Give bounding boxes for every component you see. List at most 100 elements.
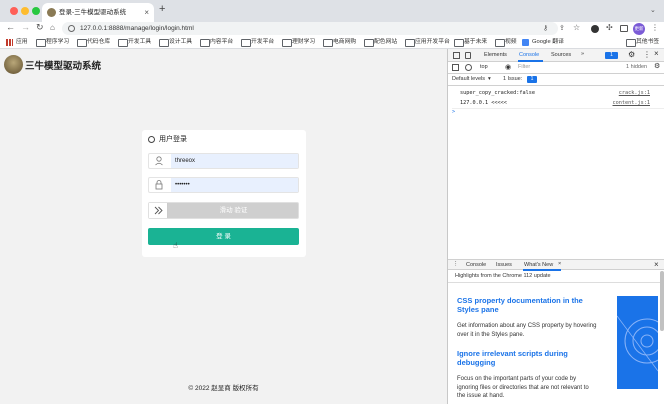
apps-grid-icon[interactable] — [6, 39, 13, 46]
console-source-link[interactable]: crack.js:1 — [619, 90, 650, 96]
clear-console-icon[interactable] — [465, 64, 472, 71]
tab-title: 登录-三牛模型驱动系统 — [59, 9, 127, 16]
devtools-panel: Elements Console Sources » 1 ⚙ ⋮ × top ◉… — [447, 49, 664, 404]
footer-copyright: © 2022 赵显商 版权所有 — [188, 385, 259, 392]
tab-elements[interactable]: Elements — [484, 52, 507, 58]
browser-titlebar: 登录-三牛模型驱动系统 × + ⌄ — [0, 0, 664, 22]
console-sidebar-icon[interactable] — [452, 64, 459, 71]
login-button[interactable]: 登 录 — [148, 228, 299, 245]
slider-verify-track[interactable]: 滑动 验证 — [148, 202, 299, 219]
bookmarks-bar: 应用 程序学习 代码仓库 开发工具 设计工具 内容平台 开发平台 理财学习 电商… — [0, 36, 664, 49]
context-selector[interactable]: top — [480, 64, 488, 70]
slider-verify-text: 滑动 验证 — [219, 207, 248, 214]
bookmark-folder[interactable]: 基于未来 — [454, 36, 487, 48]
drawer-tabbar: ⋮ Console Issues What's New × × — [448, 259, 664, 271]
bookmark-apps[interactable]: 应用 — [16, 36, 28, 48]
bookmark-folder[interactable]: 程序学习 — [36, 36, 69, 48]
inspect-element-icon[interactable] — [453, 52, 460, 59]
console-levels-bar: Default levels ▾ 1 Issue: 1 — [448, 74, 664, 86]
username-input[interactable]: threeox — [171, 154, 298, 168]
devtools-menu-icon[interactable]: ⋮ — [643, 50, 651, 59]
console-filter-input[interactable]: Filter — [518, 64, 618, 72]
console-toolbar: top ◉ Filter 1 hidden ⚙ — [448, 62, 664, 74]
zoom-window-button[interactable] — [32, 7, 40, 15]
bookmark-folder[interactable]: 电商网购 — [323, 36, 356, 48]
login-icon — [148, 136, 155, 143]
bookmark-folder[interactable]: 设计工具 — [159, 36, 192, 48]
issues-label[interactable]: 1 Issue: — [503, 76, 522, 82]
app-title: 三牛模型驱动系统 — [25, 61, 102, 72]
drawer-menu-icon[interactable]: ⋮ — [453, 261, 459, 267]
minimize-window-button[interactable] — [21, 7, 29, 15]
bookmark-folder[interactable]: 代码仓库 — [77, 36, 110, 48]
bookmark-folder[interactable]: 理财学习 — [282, 36, 315, 48]
drawer-tab-console[interactable]: Console — [466, 262, 486, 268]
login-title: 用户登录 — [159, 136, 187, 143]
site-info-icon[interactable] — [68, 25, 75, 32]
bookmark-folder[interactable]: 应用开发平台 — [405, 36, 450, 48]
device-toggle-icon[interactable] — [465, 52, 471, 59]
double-chevron-right-icon — [154, 206, 163, 215]
whats-new-illustration — [617, 296, 658, 389]
page-viewport: 三牛模型驱动系统 用户登录 threeox ••••••• 滑动 验证 登 录 … — [0, 49, 447, 404]
bookmark-folder[interactable]: 配色网站 — [364, 36, 397, 48]
tab-sources[interactable]: Sources — [551, 52, 571, 58]
eye-icon[interactable]: ◉ — [505, 63, 511, 71]
username-field[interactable]: threeox — [148, 153, 299, 169]
drawer-tab-close-icon[interactable]: × — [558, 261, 561, 267]
bookmark-google-translate[interactable]: Google 翻译 — [532, 36, 564, 48]
default-levels-dropdown[interactable]: Default levels — [452, 76, 485, 82]
bookmark-folder[interactable]: 开发平台 — [241, 36, 274, 48]
console-prompt[interactable]: > — [452, 109, 455, 115]
tab-console[interactable]: Console — [519, 52, 539, 58]
new-tab-button[interactable]: + — [159, 3, 165, 15]
favicon-icon — [47, 8, 56, 17]
password-input[interactable]: ••••••• — [171, 178, 298, 192]
google-translate-icon — [522, 39, 529, 46]
home-icon[interactable]: ⌂ — [50, 23, 55, 32]
whats-new-body: Get information about any CSS property b… — [457, 323, 597, 338]
console-divider — [452, 108, 664, 109]
console-message: 127.0.0.1 <<<<< — [460, 100, 507, 106]
issues-count-badge[interactable]: 1 — [527, 76, 537, 83]
close-window-button[interactable] — [10, 7, 18, 15]
slider-handle[interactable] — [149, 203, 168, 218]
user-icon — [149, 154, 169, 168]
logo-icon — [4, 55, 23, 74]
console-source-link[interactable]: content.js:1 — [613, 100, 650, 106]
back-icon[interactable]: ← — [6, 22, 15, 32]
drawer-close-icon[interactable]: × — [654, 260, 659, 269]
other-bookmarks[interactable]: 其他书签 — [626, 36, 659, 48]
drawer-active-indicator — [523, 269, 561, 271]
forward-icon[interactable]: → — [21, 22, 30, 32]
mouse-cursor-icon: ☝ — [173, 241, 178, 250]
settings-gear-icon[interactable]: ⚙ — [628, 50, 635, 59]
password-field[interactable]: ••••••• — [148, 177, 299, 193]
reload-icon[interactable]: ↻ — [36, 22, 44, 33]
tab-list-chevron-icon[interactable]: ⌄ — [650, 6, 656, 14]
hidden-count: 1 hidden — [626, 64, 648, 70]
whats-new-title-link[interactable]: CSS property documentation in the Styles… — [457, 296, 592, 314]
drawer-tab-whats-new[interactable]: What's New — [524, 262, 553, 268]
more-tabs-icon[interactable]: » — [581, 51, 584, 57]
tab-close-icon[interactable]: × — [144, 3, 149, 22]
address-bar[interactable]: 127.0.0.1:8888/manage/login/login.html — [62, 22, 558, 35]
drawer-divider — [448, 282, 664, 283]
message-badge[interactable]: 1 — [605, 52, 618, 59]
chevron-down-icon[interactable]: ▾ — [488, 76, 491, 82]
devtools-tabbar: Elements Console Sources » 1 ⚙ ⋮ × — [448, 49, 664, 62]
devtools-close-icon[interactable]: × — [654, 49, 659, 58]
drawer-tab-issues[interactable]: Issues — [496, 262, 512, 268]
bookmark-folder[interactable]: 开发工具 — [118, 36, 151, 48]
whats-new-body: Focus on the important parts of your cod… — [457, 376, 589, 399]
console-settings-icon[interactable]: ⚙ — [654, 62, 660, 70]
whats-new-title-link[interactable]: Ignore irrelevant scripts during debuggi… — [457, 349, 592, 367]
login-card: 用户登录 threeox ••••••• 滑动 验证 登 录 ☝ — [142, 130, 306, 257]
whats-new-header: Highlights from the Chrome 112 update — [455, 273, 551, 279]
url-text: 127.0.0.1:8888/manage/login/login.html — [80, 25, 194, 32]
drawer-scrollbar[interactable] — [660, 271, 664, 331]
console-message: super_copy_cracked:false — [460, 90, 535, 96]
bookmark-folder[interactable]: 内容平台 — [200, 36, 233, 48]
browser-tab[interactable]: 登录-三牛模型驱动系统 × — [42, 3, 154, 22]
bookmark-folder[interactable]: 视频 — [495, 36, 517, 48]
